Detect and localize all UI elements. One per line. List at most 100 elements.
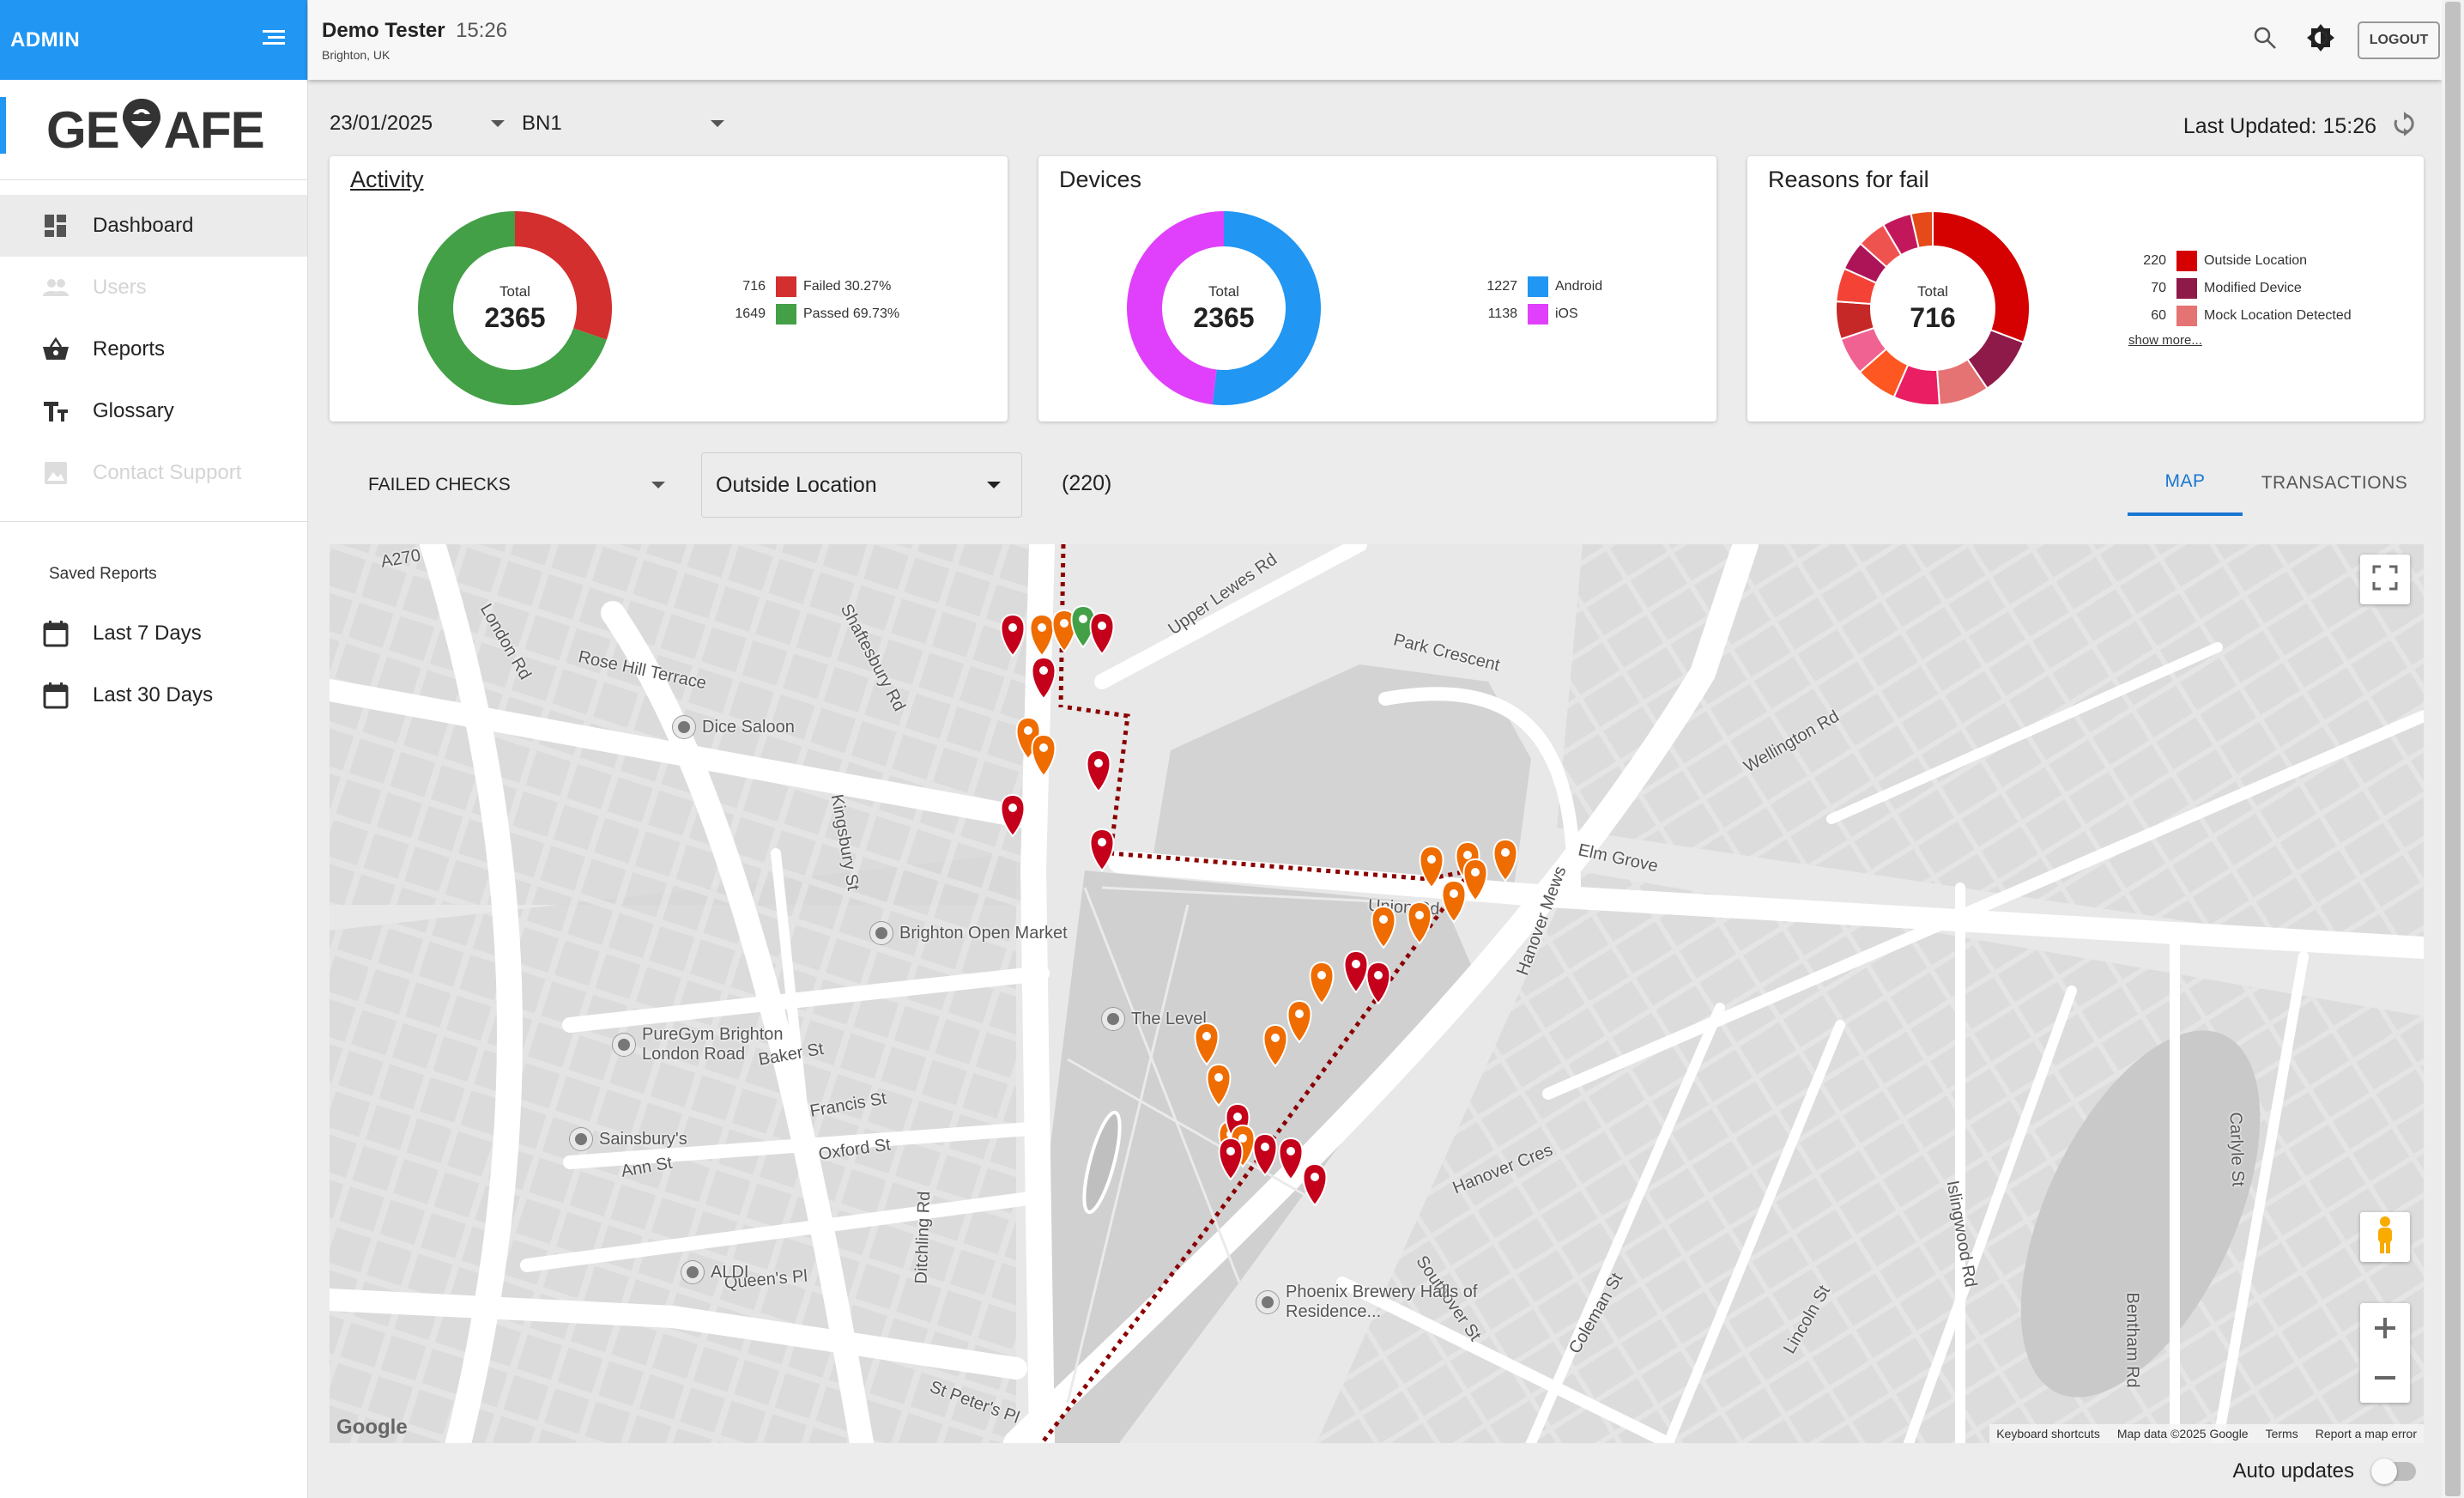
transaction-pin[interactable] bbox=[1218, 1137, 1244, 1181]
scroll-thumb[interactable] bbox=[2445, 2, 2461, 1496]
transaction-pin[interactable] bbox=[1419, 845, 1444, 889]
reasons-title: Reasons for fail bbox=[1768, 167, 1929, 192]
activity-title[interactable]: Activity bbox=[350, 167, 424, 193]
transaction-pins bbox=[1000, 604, 1518, 1207]
legend-row: 1649 Passed 69.73% bbox=[724, 300, 899, 328]
nav-item-dashboard[interactable]: Dashboard bbox=[0, 195, 307, 257]
search-icon[interactable] bbox=[2253, 26, 2277, 54]
transaction-pin[interactable] bbox=[1492, 838, 1518, 882]
app-label: ADMIN bbox=[10, 27, 81, 52]
report-map-error-link[interactable]: Report a map error bbox=[2316, 1427, 2417, 1440]
nav-label: Users bbox=[93, 276, 147, 299]
transaction-pin[interactable] bbox=[1031, 656, 1056, 700]
donut-total-label: Total bbox=[499, 282, 530, 300]
transaction-pin[interactable] bbox=[1407, 901, 1432, 945]
area-value: BN1 bbox=[522, 112, 562, 135]
nav-item-reports[interactable]: Reports bbox=[0, 318, 307, 380]
legend-swatch bbox=[776, 304, 796, 324]
transaction-pin[interactable] bbox=[1302, 1162, 1328, 1207]
keyboard-shortcuts-link[interactable]: Keyboard shortcuts bbox=[1996, 1427, 2100, 1440]
last-updated-text: Last Updated: 15:26 bbox=[2182, 114, 2376, 138]
area-select[interactable]: BN1 bbox=[522, 112, 724, 136]
transaction-pin[interactable] bbox=[1286, 999, 1312, 1044]
failed-checks-select[interactable]: FAILED CHECKS bbox=[368, 466, 670, 504]
transaction-pin[interactable] bbox=[1089, 828, 1115, 872]
devices-donut: Total 2365 bbox=[1125, 209, 1323, 407]
reason-select[interactable]: Outside Location bbox=[701, 452, 1022, 518]
reasons-card: Reasons for fail Total 716 220 Outside Lo… bbox=[1747, 156, 2424, 422]
legend-label: iOS bbox=[1555, 306, 1578, 321]
transaction-pin[interactable] bbox=[1462, 858, 1488, 902]
transaction-pin[interactable] bbox=[1441, 879, 1467, 924]
transaction-pin[interactable] bbox=[1000, 613, 1026, 658]
show-more-link[interactable]: show more... bbox=[2128, 333, 2202, 348]
street-view-button[interactable] bbox=[2360, 1212, 2410, 1262]
logout-button[interactable]: LOGOUT bbox=[2358, 21, 2440, 59]
reason-value: Outside Location bbox=[716, 472, 877, 497]
legend-row: 220 Outside Location bbox=[2125, 247, 2352, 275]
tab-transactions[interactable]: TRANSACTIONS bbox=[2249, 451, 2420, 516]
date-select[interactable]: 23/01/2025 bbox=[330, 112, 505, 136]
zoom-controls bbox=[2360, 1303, 2410, 1403]
nav-label: Contact Support bbox=[93, 461, 242, 484]
logo-text-end: AFE bbox=[163, 100, 265, 159]
transaction-pin[interactable] bbox=[1365, 961, 1391, 1005]
activity-donut: Total 2365 bbox=[416, 209, 614, 407]
transaction-pin[interactable] bbox=[1086, 749, 1111, 793]
donut-total-value: 2365 bbox=[484, 301, 546, 333]
legend-count: 1227 bbox=[1486, 279, 1517, 294]
legend-swatch bbox=[2176, 278, 2197, 299]
reasons-donut: Total 716 bbox=[1834, 209, 2031, 407]
nav-item-glossary[interactable]: Glossary bbox=[0, 380, 307, 442]
nav-item-contact-support[interactable]: Contact Support bbox=[0, 442, 307, 504]
map[interactable]: A270 London Rd Rose Hill Terrace Shaftesbur… bbox=[330, 544, 2424, 1443]
brightness-icon[interactable] bbox=[2306, 23, 2335, 57]
transaction-pin[interactable] bbox=[1278, 1137, 1304, 1181]
page-scrollbar[interactable] bbox=[2442, 0, 2464, 1498]
transaction-pin[interactable] bbox=[1262, 1023, 1288, 1068]
nav-label: Dashboard bbox=[93, 214, 194, 237]
auto-updates-toggle[interactable] bbox=[2371, 1459, 2416, 1484]
transaction-pin[interactable] bbox=[1000, 793, 1026, 838]
transaction-pin[interactable] bbox=[1309, 961, 1335, 1005]
fullscreen-button[interactable] bbox=[2360, 555, 2410, 604]
legend-swatch bbox=[2176, 306, 2197, 326]
zoom-in-button[interactable] bbox=[2373, 1303, 2397, 1353]
saved-report-last-30-days[interactable]: Last 30 Days bbox=[0, 664, 307, 726]
legend-row: 1227 Android bbox=[1476, 273, 1602, 300]
sidebar-header: ADMIN bbox=[0, 0, 307, 80]
transaction-pin[interactable] bbox=[1343, 949, 1369, 994]
transaction-pin[interactable] bbox=[1252, 1132, 1278, 1177]
user-info: Demo Tester 15:26 Brighton, UK bbox=[322, 19, 507, 62]
logo-text-start: GE bbox=[46, 100, 120, 159]
legend-row: 70 Modified Device bbox=[2125, 275, 2352, 302]
refresh-icon[interactable] bbox=[2392, 112, 2416, 142]
transaction-pin[interactable] bbox=[1206, 1063, 1232, 1107]
legend-count: 70 bbox=[2151, 281, 2166, 295]
nav-item-users[interactable]: Users bbox=[0, 257, 307, 318]
transaction-pin[interactable] bbox=[1089, 611, 1115, 656]
google-logo: Google bbox=[336, 1416, 408, 1439]
saved-report-last-7-days[interactable]: Last 7 Days bbox=[0, 603, 307, 664]
legend-label: Passed 69.73% bbox=[803, 306, 900, 321]
chevron-down-icon bbox=[987, 482, 1001, 488]
terms-link[interactable]: Terms bbox=[2266, 1427, 2298, 1440]
zoom-out-button[interactable] bbox=[2373, 1353, 2397, 1403]
saved-reports-title: Saved Reports bbox=[49, 565, 157, 583]
transaction-pin[interactable] bbox=[1371, 905, 1396, 949]
transaction-pin[interactable] bbox=[1194, 1022, 1220, 1066]
transaction-pin[interactable] bbox=[1029, 613, 1055, 658]
pegman-icon bbox=[2374, 1216, 2396, 1259]
legend-count: 220 bbox=[2143, 253, 2166, 268]
legend-label: Android bbox=[1555, 279, 1603, 294]
devices-card: Devices Total 2365 1227 Android 1138 iOS bbox=[1038, 156, 1716, 422]
last-updated: Last Updated: 15:26 bbox=[2183, 112, 2416, 142]
result-count: (220) bbox=[1062, 471, 1112, 495]
sidebar: ADMIN GE AFE Dashboard Users Reports Glo… bbox=[0, 0, 308, 1498]
calendar-icon bbox=[41, 681, 70, 710]
menu-icon[interactable] bbox=[261, 27, 287, 52]
saved-report-label: Last 30 Days bbox=[93, 683, 214, 707]
tab-map[interactable]: MAP bbox=[2128, 451, 2243, 516]
transaction-pin[interactable] bbox=[1031, 733, 1056, 778]
users-icon bbox=[41, 273, 70, 302]
